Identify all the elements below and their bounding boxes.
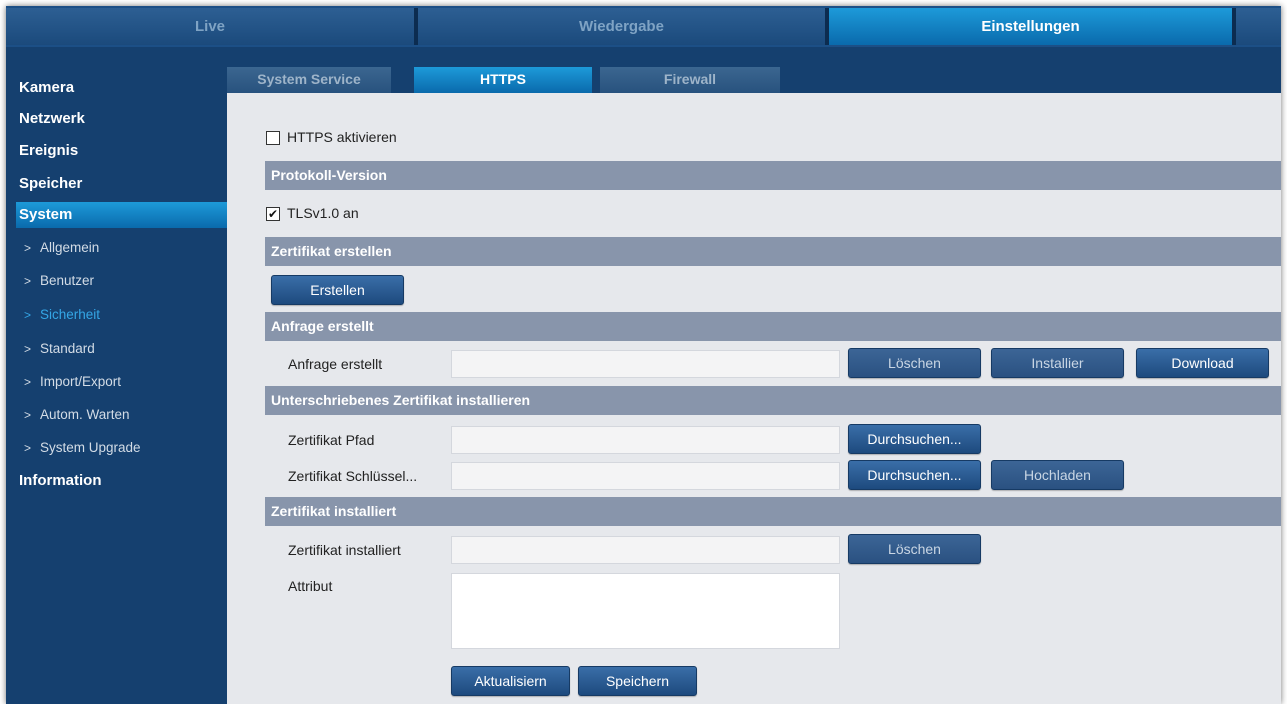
tls-label: TLSv1.0 an — [287, 205, 359, 221]
refresh-button[interactable]: Aktualisiern — [451, 666, 570, 696]
sidebar-subitem-allgemein[interactable]: > Allgemein — [24, 236, 99, 260]
sidebar-subitem-label: Import/Export — [40, 374, 122, 389]
sidebar-subitem-label: Benutzer — [40, 273, 95, 288]
sidebar-subitem-label: Allgemein — [40, 240, 100, 255]
sidebar-subitem-system-upgrade[interactable]: > System Upgrade — [24, 436, 141, 460]
cert-path-field[interactable] — [451, 426, 840, 454]
chevron-right-icon: > — [24, 241, 32, 255]
section-request-created: Anfrage erstellt — [265, 312, 1281, 341]
sidebar-subitem-label: System Upgrade — [40, 440, 141, 455]
section-install-signed-certificate: Unterschriebenes Zertifikat installieren — [265, 386, 1281, 415]
https-settings-panel: HTTPS aktivieren Protokoll-Version ✔ TLS… — [227, 93, 1281, 704]
chevron-right-icon: > — [24, 408, 32, 422]
sidebar-item-system[interactable]: System — [16, 202, 227, 228]
section-installed-certificate: Zertifikat installiert — [265, 497, 1281, 526]
request-label: Anfrage erstellt — [288, 356, 383, 372]
tab-live[interactable]: Live — [6, 8, 414, 45]
sidebar-subitem-standard[interactable]: > Standard — [24, 337, 95, 361]
installed-cert-label: Zertifikat installiert — [288, 542, 401, 558]
cert-key-field[interactable] — [451, 462, 840, 490]
chevron-right-icon: > — [24, 274, 32, 288]
chevron-right-icon: > — [24, 308, 32, 322]
upload-button[interactable]: Hochladen — [991, 460, 1124, 490]
top-navigation: Live Wiedergabe Einstellungen — [6, 6, 1281, 47]
sidebar: Kamera Netzwerk Ereignis Speicher System… — [6, 47, 227, 704]
sidebar-item-netzwerk[interactable]: Netzwerk — [19, 106, 85, 132]
app-window: Live Wiedergabe Einstellungen Kamera Net… — [6, 6, 1281, 704]
sidebar-item-kamera[interactable]: Kamera — [19, 75, 74, 101]
tab-wiedergabe[interactable]: Wiedergabe — [418, 8, 825, 45]
sidebar-subitem-label: Autom. Warten — [40, 407, 130, 422]
install-button[interactable]: Installier — [991, 348, 1124, 378]
sidebar-subitem-benutzer[interactable]: > Benutzer — [24, 269, 94, 293]
subtab-firewall[interactable]: Firewall — [600, 67, 780, 93]
download-button[interactable]: Download — [1136, 348, 1269, 378]
browse-cert-key-button[interactable]: Durchsuchen... — [848, 460, 981, 490]
attribute-textarea[interactable] — [451, 573, 840, 649]
installed-cert-field[interactable] — [451, 536, 840, 564]
sidebar-subitem-import-export[interactable]: > Import/Export — [24, 370, 121, 394]
request-field[interactable] — [451, 350, 840, 378]
save-button[interactable]: Speichern — [578, 666, 697, 696]
delete-request-button[interactable]: Löschen — [848, 348, 981, 378]
tab-einstellungen[interactable]: Einstellungen — [829, 8, 1232, 45]
cert-key-label: Zertifikat Schlüssel... — [288, 468, 418, 484]
sidebar-item-ereignis[interactable]: Ereignis — [19, 138, 78, 164]
create-button[interactable]: Erstellen — [271, 275, 404, 305]
tab-overflow — [1236, 8, 1281, 45]
https-enable-checkbox[interactable] — [266, 131, 280, 145]
section-protocol-version: Protokoll-Version — [265, 161, 1281, 190]
subtab-bar: System Service HTTPS Firewall — [227, 47, 1281, 93]
sidebar-subitem-autom-warten[interactable]: > Autom. Warten — [24, 403, 130, 427]
sidebar-subitem-label: Sicherheit — [40, 307, 101, 322]
delete-installed-button[interactable]: Löschen — [848, 534, 981, 564]
cert-path-label: Zertifikat Pfad — [288, 432, 375, 448]
https-enable-label: HTTPS aktivieren — [287, 129, 397, 145]
sidebar-item-information[interactable]: Information — [19, 468, 102, 494]
tls-checkbox[interactable]: ✔ — [266, 207, 280, 221]
sidebar-subitem-label: Standard — [40, 341, 95, 356]
attribute-label: Attribut — [288, 578, 333, 594]
chevron-right-icon: > — [24, 375, 32, 389]
subtab-https[interactable]: HTTPS — [414, 67, 592, 93]
sidebar-item-speicher[interactable]: Speicher — [19, 171, 82, 197]
sidebar-subitem-sicherheit[interactable]: > Sicherheit — [24, 303, 100, 327]
subtab-system-service[interactable]: System Service — [227, 67, 391, 93]
chevron-right-icon: > — [24, 441, 32, 455]
section-create-certificate: Zertifikat erstellen — [265, 237, 1281, 266]
content-area: System Service HTTPS Firewall HTTPS akti… — [227, 47, 1281, 704]
browse-cert-path-button[interactable]: Durchsuchen... — [848, 424, 981, 454]
chevron-right-icon: > — [24, 342, 32, 356]
